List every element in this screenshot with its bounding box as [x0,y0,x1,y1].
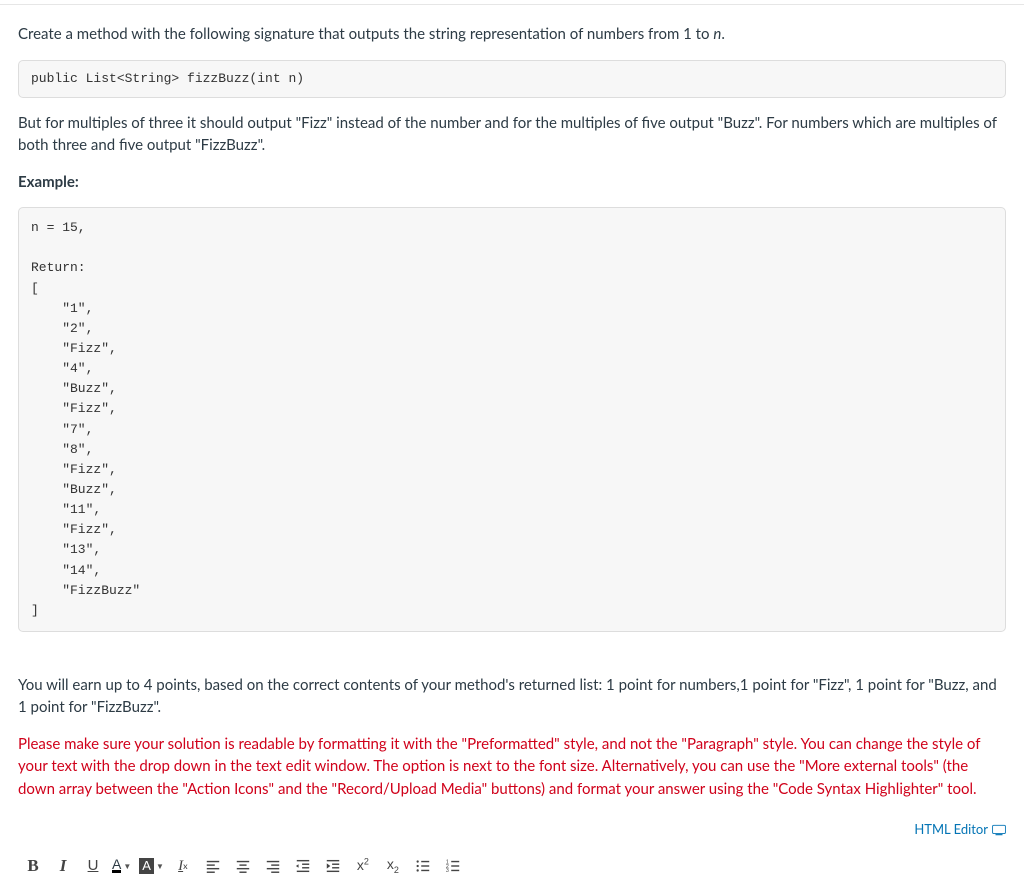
indent-button[interactable] [318,851,348,881]
example-heading: Example: [18,171,1006,194]
clear-formatting-button[interactable]: Ix [168,851,198,881]
background-color-button[interactable]: A ▼ [135,858,168,874]
intro-text-b: . [721,25,725,43]
html-editor-link[interactable]: HTML Editor [914,820,1006,840]
editor-toolbar: B I U A ▼ A ▼ Ix x2 x2 1 [18,847,1006,881]
formatting-warning: Please make sure your solution is readab… [18,733,1006,801]
intro-paragraph: Create a method with the following signa… [18,23,1006,46]
example-label: Example: [18,173,79,191]
example-code-block: n = 15, Return: [ "1", "2", "Fizz", "4",… [18,207,1006,632]
html-editor-label: HTML Editor [914,820,988,840]
background-color-icon: A [139,858,154,874]
outdent-button[interactable] [288,851,318,881]
chevron-down-icon: ▼ [156,860,164,872]
method-signature-code: public List<String> fizzBuzz(int n) [18,60,1006,98]
html-editor-icon [992,824,1006,836]
spacer [18,646,1006,674]
svg-text:3: 3 [446,868,449,874]
align-center-button[interactable] [228,851,258,881]
superscript-button[interactable]: x2 [348,851,378,881]
underline-button[interactable]: U [78,851,108,881]
rules-paragraph: But for multiples of three it should out… [18,112,1006,157]
text-color-button[interactable]: A ▼ [108,858,135,873]
align-right-button[interactable] [258,851,288,881]
align-left-button[interactable] [198,851,228,881]
editor-link-row: HTML Editor [18,814,1006,847]
numbered-list-button[interactable]: 1 2 3 [438,851,468,881]
top-divider [0,4,1024,5]
chevron-down-icon: ▼ [123,860,131,872]
subscript-button[interactable]: x2 [378,851,408,881]
grading-paragraph: You will earn up to 4 points, based on t… [18,674,1006,719]
text-color-icon: A [112,858,121,873]
bullet-list-button[interactable] [408,851,438,881]
italic-button[interactable]: I [48,851,78,881]
intro-text-a: Create a method with the following signa… [18,25,713,43]
bold-button[interactable]: B [18,851,48,881]
